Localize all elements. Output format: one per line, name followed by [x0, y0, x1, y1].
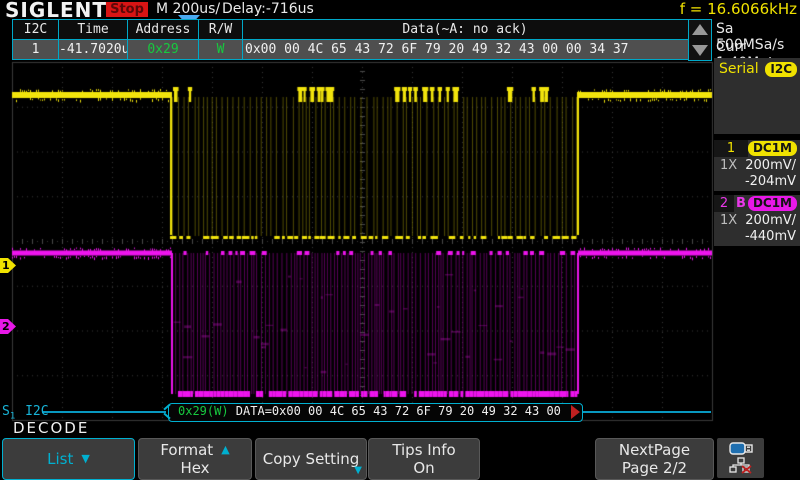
next-page-button[interactable]: NextPage Page 2/2	[595, 438, 714, 480]
format-button-value: Hex	[180, 459, 209, 477]
col-header-address: Address	[128, 20, 199, 39]
menu-title: DECODE	[13, 419, 89, 437]
col-header-time: Time	[59, 20, 128, 39]
channel1-number: 1	[714, 140, 748, 157]
channel2-coupling-badge: DC1M	[748, 196, 797, 211]
channel2-number: 2	[714, 195, 734, 212]
bus-label-letter: S	[2, 404, 10, 419]
bus-name: I2C	[25, 404, 48, 419]
channel2-bw-limit: B	[736, 196, 746, 211]
channel1-offset: -204mV	[714, 174, 800, 190]
channel2-probe: 1X	[720, 212, 737, 229]
bus-idle-line-left	[42, 411, 166, 413]
decode-list-table: I2C Time Address R/W Data(~A: no ack) 1 …	[12, 19, 690, 60]
list-button[interactable]: List ▼	[2, 438, 135, 480]
up-arrow-icon: ▲	[221, 441, 229, 459]
tips-info-button[interactable]: Tips Info On	[368, 438, 480, 480]
channel2-offset: -440mV	[714, 229, 800, 245]
tips-info-value: On	[413, 459, 434, 477]
copy-setting-button[interactable]: Copy Setting ▼	[255, 438, 367, 480]
decode-table-row[interactable]: 1 -41.7020us 0x29 W 0x00 00 4C 65 43 72 …	[13, 40, 689, 59]
serial-status-box[interactable]: Serial I2C	[714, 58, 800, 134]
decode-table-header: I2C Time Address R/W Data(~A: no ack)	[13, 20, 689, 40]
channel1-probe: 1X	[720, 157, 737, 174]
decoded-frame[interactable]: 0x29(W) DATA=0x00 00 4C 65 43 72 6F 79 2…	[168, 403, 583, 422]
copy-setting-label: Copy Setting	[263, 450, 360, 468]
cell-index: 1	[13, 40, 59, 59]
col-header-data: Data(~A: no ack)	[243, 20, 687, 39]
lan-disconnected-icon	[729, 457, 753, 474]
frame-end-arrow-icon	[571, 405, 580, 419]
format-button[interactable]: Format ▲ Hex	[138, 438, 252, 480]
scroll-up-icon[interactable]	[692, 24, 708, 35]
channel1-status-box[interactable]: 1 DC1M 1X 200mV/ -204mV	[714, 140, 800, 191]
serial-bus-badge: I2C	[765, 62, 797, 77]
table-scrollbar	[688, 19, 712, 61]
col-header-bus: I2C	[13, 20, 59, 39]
format-button-label: Format	[160, 441, 213, 459]
status-icon-panel	[717, 438, 764, 478]
frequency-counter: f = 16.6066kHz	[680, 0, 797, 18]
acquisition-status-badge[interactable]: Stop	[106, 2, 148, 17]
cell-time: -41.7020us	[59, 40, 128, 59]
trigger-delay-readout[interactable]: Delay:-716us	[222, 1, 314, 17]
frame-start-chevron-icon	[163, 403, 171, 420]
usb-device-icon	[729, 442, 753, 455]
frame-address: 0x29(W)	[178, 404, 229, 418]
next-page-label: NextPage	[619, 441, 690, 459]
frame-data: DATA=0x00 00 4C 65 43 72 6F 79 20 49 32 …	[229, 404, 561, 418]
cell-rw: W	[199, 40, 243, 59]
cell-data: 0x00 00 4C 65 43 72 6F 79 20 49 32 43 00…	[243, 40, 689, 59]
channel1-coupling-badge: DC1M	[748, 141, 797, 156]
channel2-status-box[interactable]: 2 B DC1M 1X 200mV/ -440mV	[714, 195, 800, 246]
next-page-value: Page 2/2	[622, 459, 687, 477]
serial-label: Serial	[719, 61, 759, 77]
scroll-down-icon[interactable]	[692, 45, 708, 56]
channel2-scale: 200mV/	[745, 212, 796, 229]
list-button-label: List	[47, 450, 73, 468]
bus-idle-line-right	[578, 411, 711, 413]
corner-arrow-icon: ▼	[354, 462, 362, 480]
oscilloscope-screen: SIGLENT Stop M 200us/ Delay:-716us f = 1…	[0, 0, 800, 480]
channel1-scale: 200mV/	[745, 157, 796, 174]
tips-info-label: Tips Info	[392, 441, 455, 459]
col-header-rw: R/W	[199, 20, 243, 39]
dropdown-arrow-icon: ▼	[81, 450, 89, 468]
cell-address: 0x29	[128, 40, 199, 59]
